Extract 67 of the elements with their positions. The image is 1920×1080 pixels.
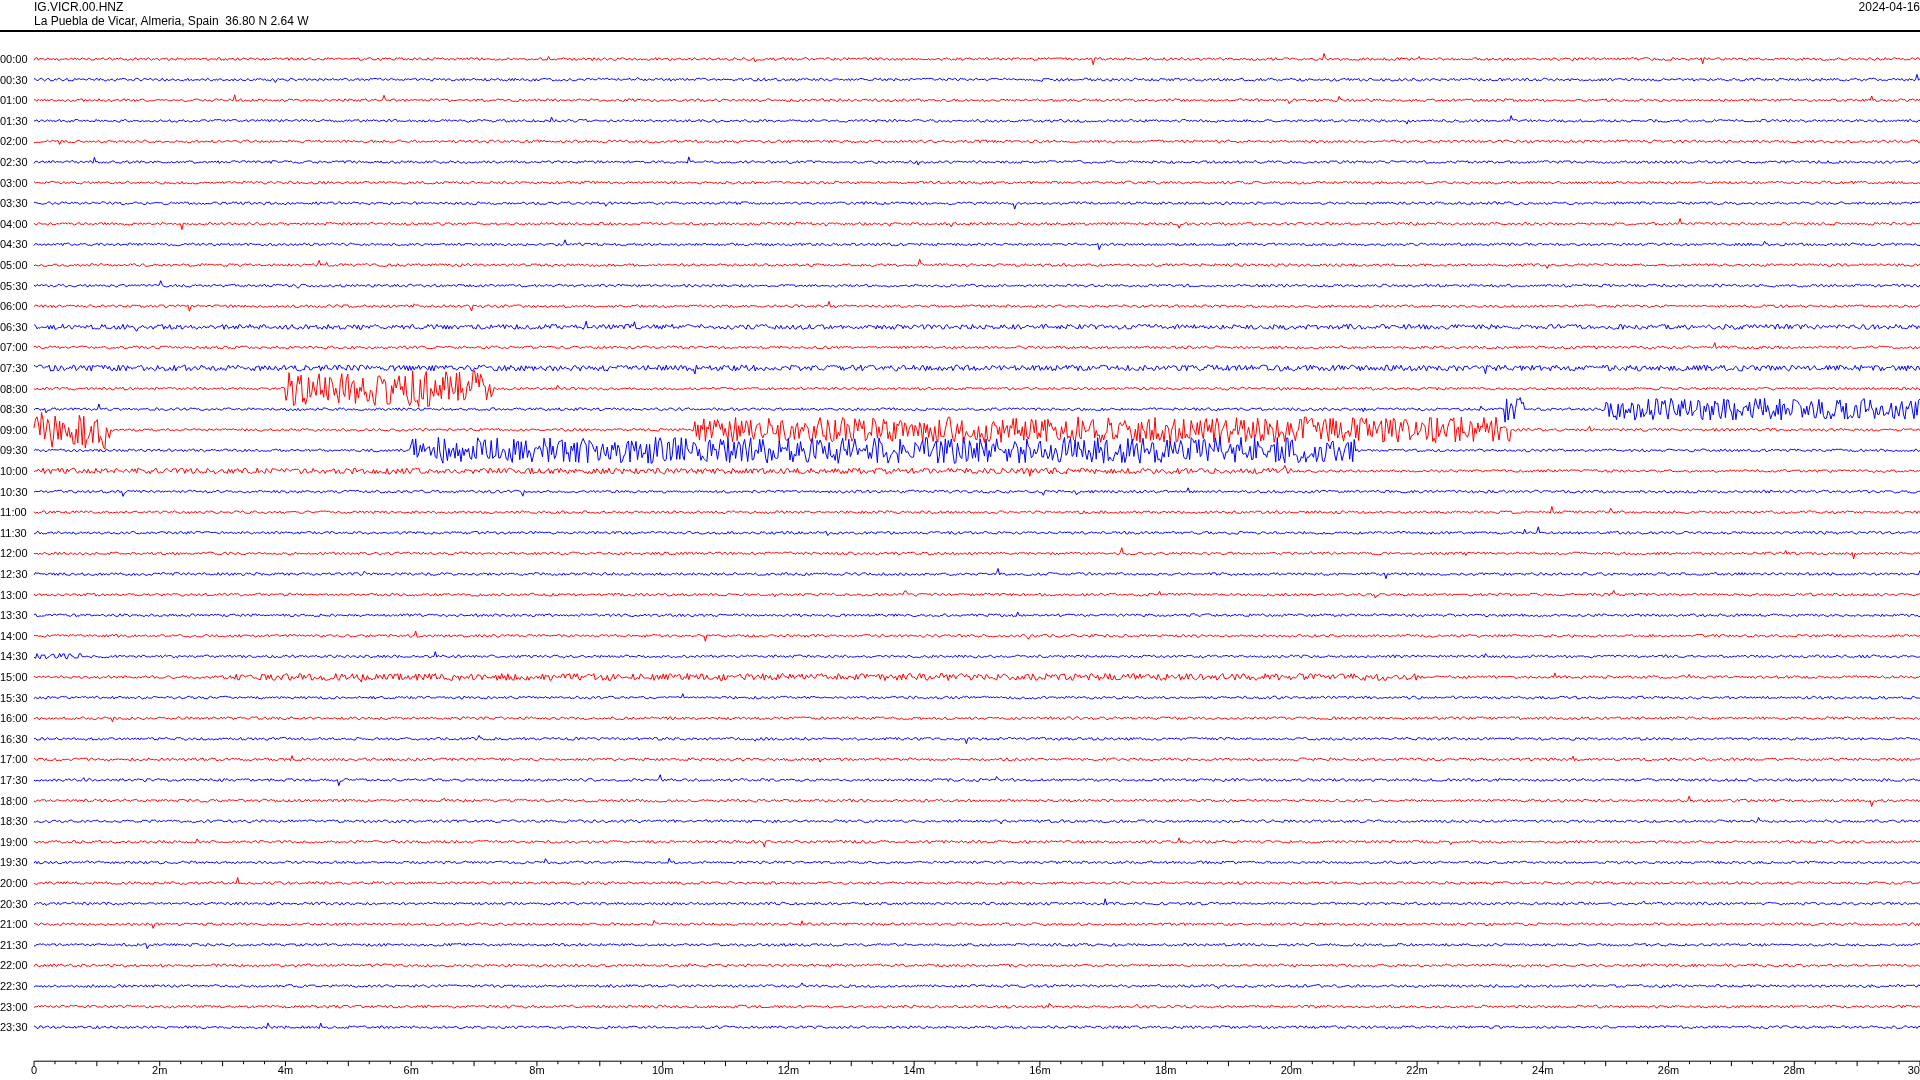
station-location: La Puebla de Vicar, Almeria, Spain 36.80 N 2.64 W [34, 14, 309, 28]
time-label: 17:00 [0, 753, 28, 766]
axis-label: 2m [152, 1064, 168, 1077]
time-label: 15:00 [0, 671, 28, 683]
time-label: 19:00 [0, 835, 28, 848]
time-label: 07:00 [0, 341, 28, 354]
time-label: 06:00 [0, 300, 28, 313]
time-label: 14:00 [0, 629, 28, 642]
axis-label: 16m [1029, 1064, 1051, 1077]
axis-label: 26m [1657, 1064, 1680, 1077]
time-label: 21:30 [0, 938, 28, 951]
axis-label: 14m [903, 1064, 925, 1077]
time-label: 13:00 [0, 588, 28, 601]
station-code: IG.VICR.00.HNZ [34, 0, 125, 14]
time-label: 00:30 [0, 73, 28, 86]
axis-label: 6m [403, 1064, 419, 1077]
time-label: 11:00 [0, 506, 27, 519]
time-label: 11:30 [0, 526, 27, 539]
axis-label: 8m [529, 1064, 545, 1077]
time-label: 02:00 [0, 135, 28, 148]
time-label: 23:00 [0, 1000, 28, 1013]
time-label: 01:00 [0, 94, 28, 107]
time-label: 13:30 [0, 609, 28, 622]
time-label: 14:30 [0, 650, 28, 663]
plot-date: 2024-04-16 [1858, 0, 1920, 16]
time-label: 22:00 [0, 959, 28, 972]
time-label: 00:00 [0, 53, 28, 65]
time-label: 05:00 [0, 259, 28, 271]
time-label: 04:30 [0, 238, 28, 251]
time-label: 06:30 [0, 320, 28, 333]
time-label: 20:30 [0, 897, 28, 910]
time-label: 17:30 [0, 774, 28, 786]
time-label: 09:30 [0, 444, 28, 457]
axis-label: 22m [1406, 1064, 1428, 1077]
axis-label: 30 [1907, 1064, 1920, 1077]
time-label: 19:30 [0, 856, 28, 869]
axis-label: 24m [1532, 1064, 1554, 1077]
time-label: 10:30 [0, 485, 28, 498]
axis-label: 12m [777, 1064, 800, 1077]
axis-label: 18m [1154, 1064, 1177, 1077]
time-label: 20:00 [0, 877, 28, 889]
time-label: 16:30 [0, 732, 28, 745]
time-label: 08:00 [0, 382, 28, 395]
axis-label: 10m [651, 1064, 674, 1077]
time-label: 18:00 [0, 794, 28, 807]
time-label: 21:00 [0, 918, 28, 931]
time-label: 03:30 [0, 197, 28, 210]
time-label: 05:30 [0, 279, 28, 292]
time-label: 23:30 [0, 1021, 28, 1034]
time-label: 12:30 [0, 568, 28, 580]
axis-label: 0 [31, 1064, 38, 1077]
axis-label: 20m [1280, 1064, 1303, 1077]
time-label: 03:00 [0, 176, 28, 189]
axis-label: 28m [1783, 1064, 1805, 1077]
axis-label: 4m [277, 1064, 294, 1077]
time-label: 12:00 [0, 547, 28, 560]
time-label: 15:30 [0, 691, 28, 704]
time-label: 07:30 [0, 362, 28, 374]
time-label: 16:00 [0, 712, 28, 725]
time-label: 22:30 [0, 980, 28, 992]
time-label: 08:30 [0, 403, 28, 416]
time-label: 01:30 [0, 114, 28, 127]
time-label: 02:30 [0, 156, 28, 168]
time-label: 10:00 [0, 465, 28, 477]
time-label: 18:30 [0, 815, 28, 828]
time-label: 04:00 [0, 217, 28, 230]
time-label: 09:00 [0, 423, 28, 436]
